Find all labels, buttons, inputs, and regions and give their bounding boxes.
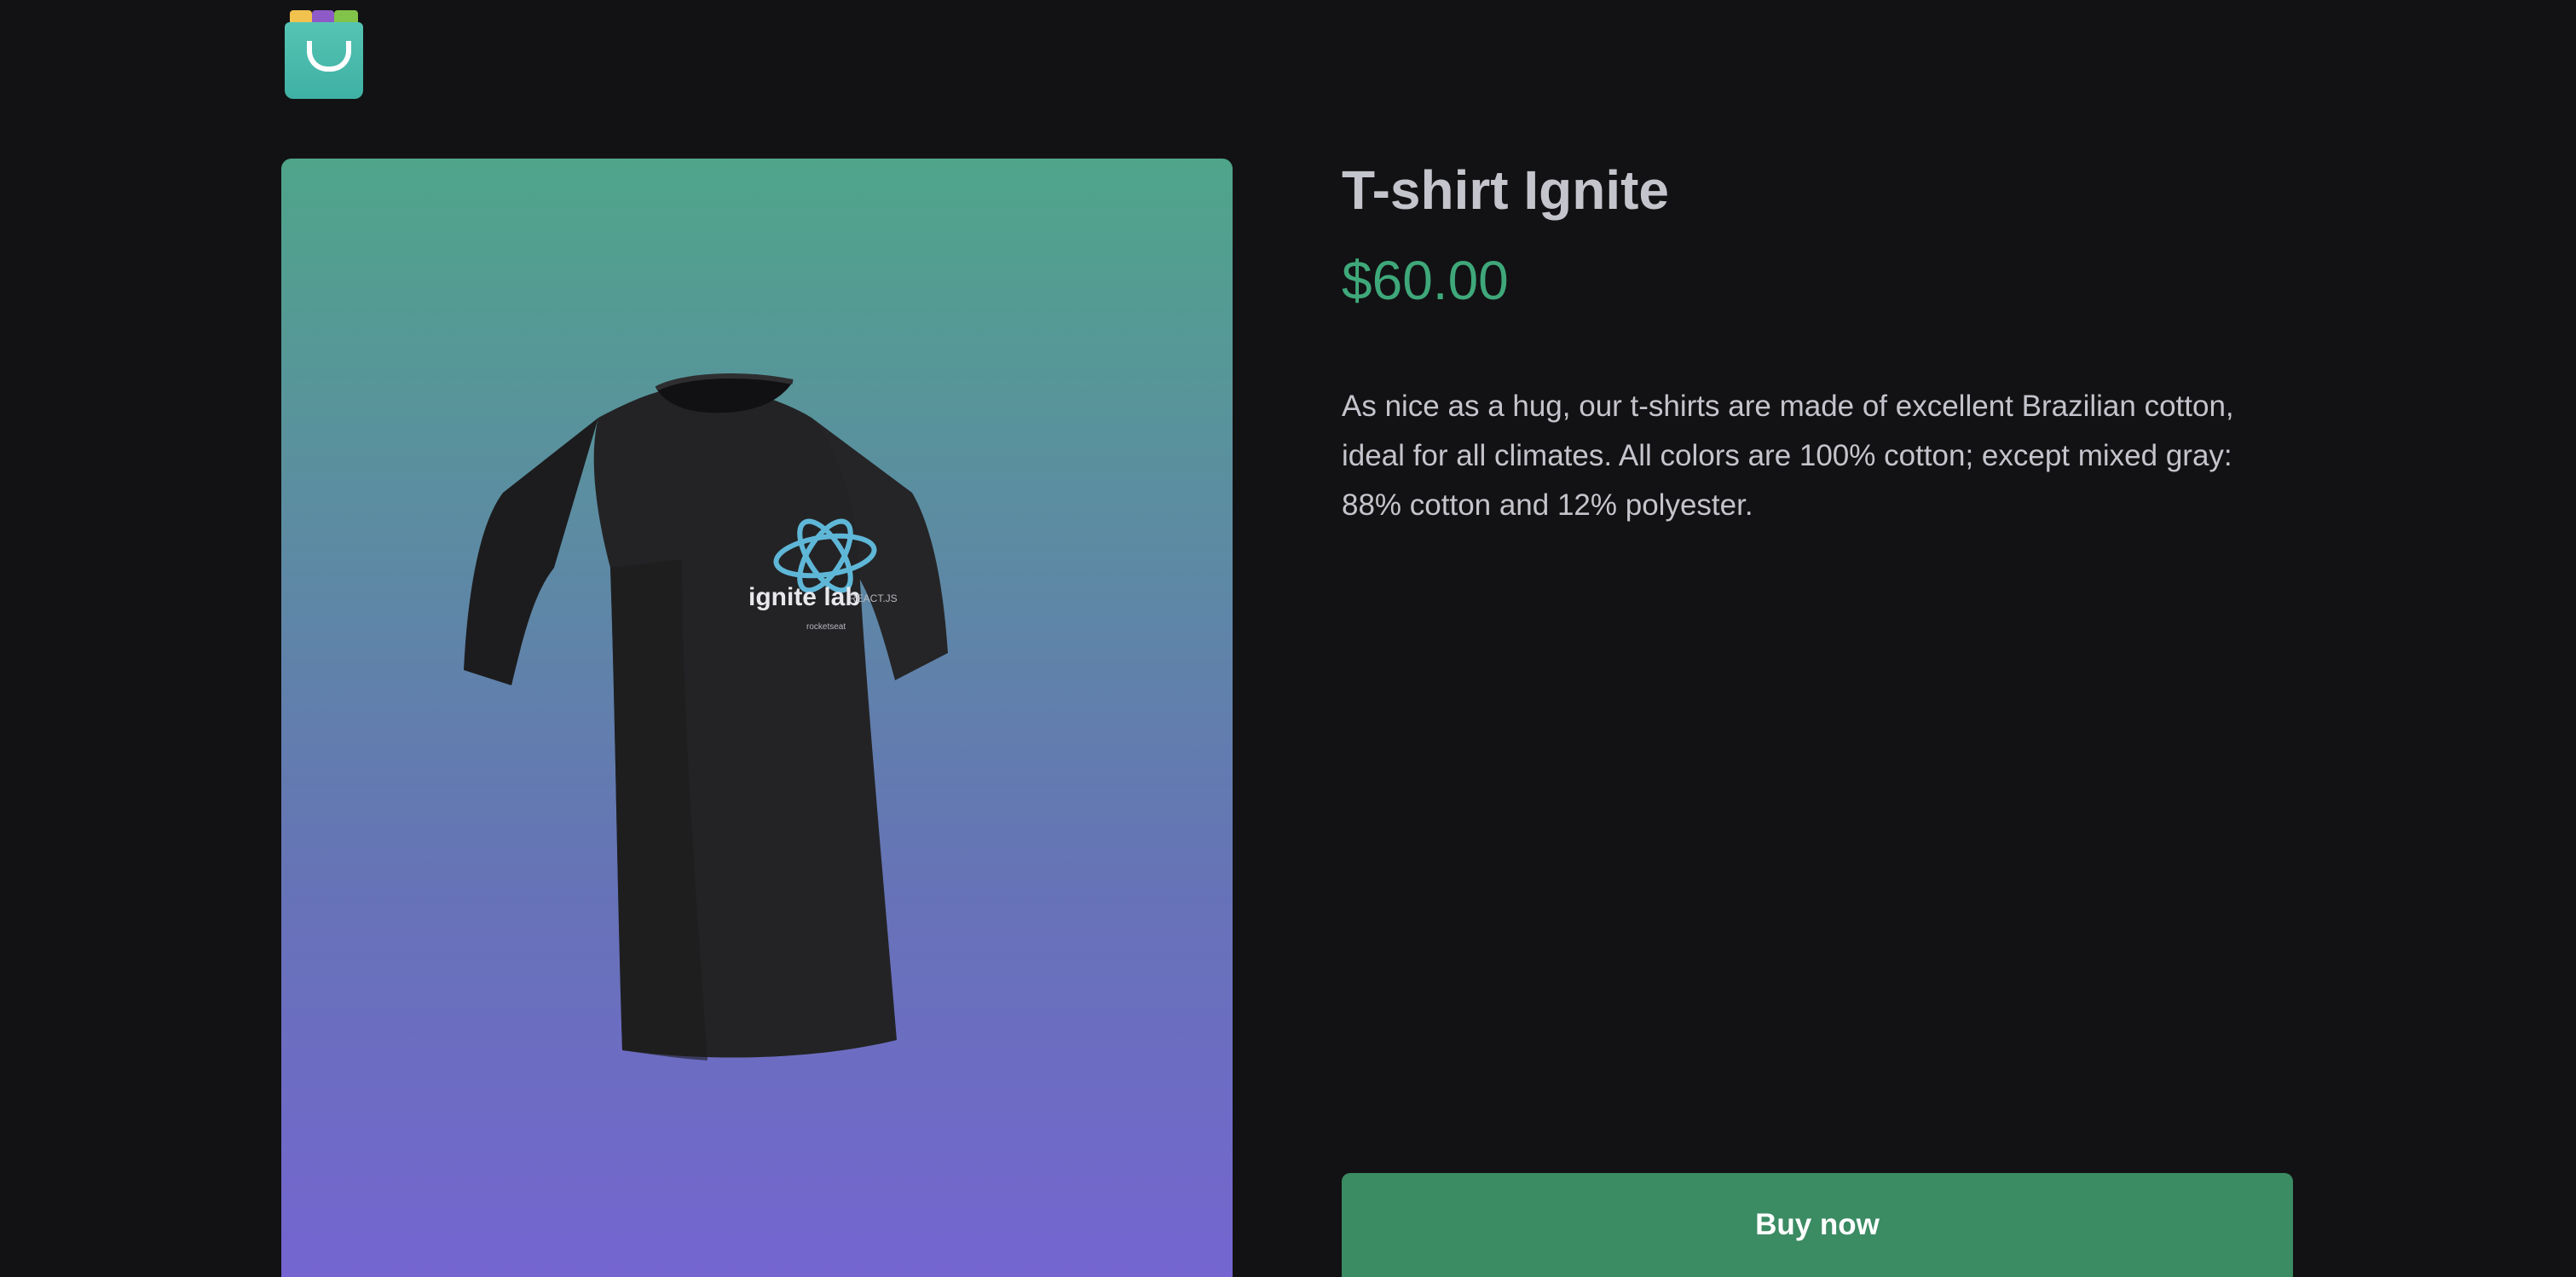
tshirt-illustration: ignite lab REACT.JS rocketseat (464, 373, 948, 1060)
product-details: T-shirt Ignite $60.00 As nice as a hug, … (1342, 159, 2293, 1277)
logo-bag-handle (307, 41, 351, 72)
header (285, 10, 363, 99)
product-price: $60.00 (1342, 250, 1509, 311)
product-title: T-shirt Ignite (1342, 159, 1669, 221)
shopping-bag-icon[interactable] (285, 10, 363, 99)
product-description: As nice as a hug, our t-shirts are made … (1342, 390, 2234, 522)
product-image: ignite lab REACT.JS rocketseat (281, 159, 1233, 1277)
tshirt-print-sponsor: rocketseat (806, 622, 846, 632)
tshirt-icon (464, 373, 948, 1060)
logo-bag (285, 22, 363, 99)
product-page: ignite lab REACT.JS rocketseat T-shirt I… (0, 0, 2576, 1277)
tshirt-print-main: ignite lab (748, 583, 861, 611)
buy-now-button[interactable]: Buy now (1342, 1173, 2293, 1277)
tshirt-print-side: REACT.JS (849, 592, 898, 604)
